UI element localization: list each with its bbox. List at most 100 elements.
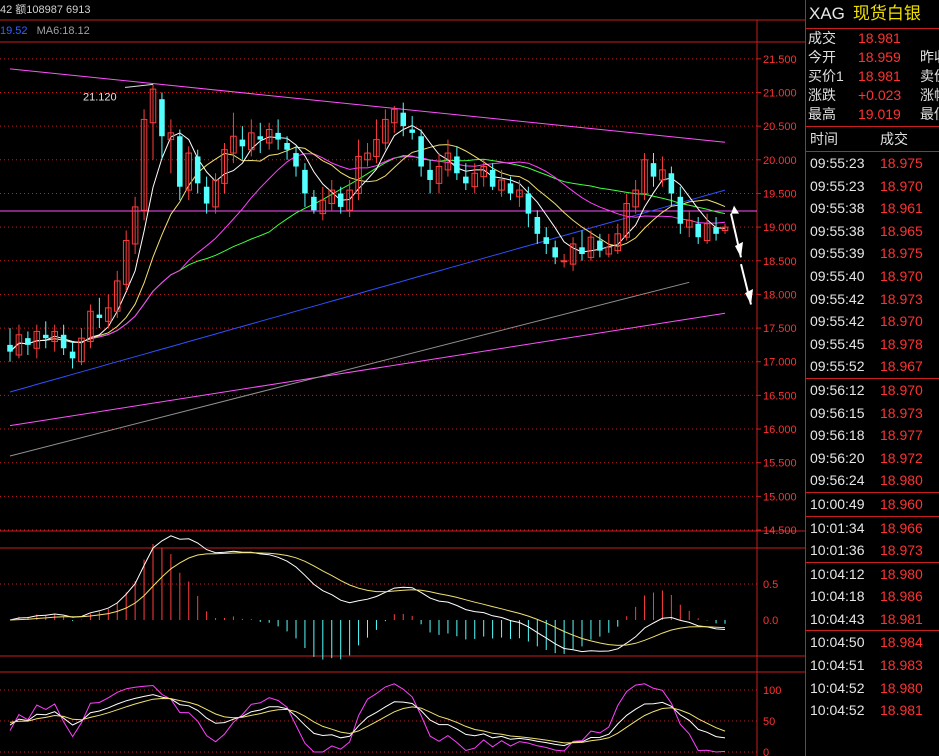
tick-time: 09:56:24 bbox=[810, 472, 865, 489]
tick-time: 09:56:12 bbox=[810, 381, 865, 398]
quote-label-2: 最低 bbox=[920, 106, 939, 122]
tick-price: 18.983 bbox=[880, 657, 923, 674]
quote-label: 成交 bbox=[808, 30, 836, 46]
tick-time: 09:56:20 bbox=[810, 449, 865, 466]
candle-body bbox=[579, 247, 585, 255]
tick-price: 18.970 bbox=[880, 177, 923, 194]
arrow-tail bbox=[731, 205, 739, 214]
quote-value: 18.981 bbox=[858, 30, 901, 46]
candle-body bbox=[25, 338, 31, 345]
tick-price: 18.970 bbox=[880, 267, 923, 284]
candle-body bbox=[543, 237, 550, 244]
candle-body bbox=[293, 153, 299, 167]
tick-row: 10:04:52 18.980 bbox=[806, 677, 939, 700]
quote-header: XAG 现货白银 bbox=[806, 0, 939, 29]
candle-body bbox=[257, 136, 264, 140]
candle-body bbox=[194, 156, 201, 184]
tick-header-time: 时间 bbox=[810, 131, 838, 147]
tick-row: 09:55:42 18.973 bbox=[806, 288, 939, 311]
tick-row: 10:00:49 18.960 bbox=[806, 491, 939, 516]
instrument-name: 现货白银 bbox=[852, 4, 921, 23]
candle-body bbox=[275, 132, 281, 140]
tick-price: 18.977 bbox=[880, 427, 923, 444]
price-tick-label: 17.000 bbox=[763, 357, 797, 369]
kdj-k-line bbox=[9, 694, 726, 747]
header-ma: 19.52 MA6:18.12 bbox=[0, 22, 805, 40]
price-tick-label: 18.500 bbox=[763, 256, 797, 268]
tick-time: 09:55:45 bbox=[810, 335, 865, 352]
quote-row: 最高 19.019 最低 bbox=[806, 105, 939, 124]
tick-row: 09:55:39 18.975 bbox=[806, 242, 939, 265]
quote-value: 18.959 bbox=[858, 49, 901, 65]
volume-text: 42 额108987 6913 bbox=[0, 4, 91, 16]
tick-time: 09:56:18 bbox=[810, 427, 865, 444]
candle-body bbox=[311, 196, 317, 211]
tick-row: 10:04:52 18.981 bbox=[806, 699, 939, 722]
candle-body bbox=[695, 223, 701, 238]
candle-body bbox=[337, 193, 344, 207]
candle-body bbox=[239, 139, 246, 147]
trendline-resistance bbox=[9, 68, 726, 143]
tick-price: 18.980 bbox=[880, 679, 923, 696]
tick-price: 18.986 bbox=[880, 588, 923, 605]
candle-body bbox=[69, 351, 76, 359]
candle-body bbox=[713, 227, 719, 234]
tick-row: 09:55:52 18.967 bbox=[806, 355, 939, 378]
candle-body bbox=[454, 156, 460, 174]
tick-price: 18.970 bbox=[880, 381, 923, 398]
tick-price: 18.960 bbox=[880, 495, 923, 512]
quote-row: 今开 18.959 昨收 bbox=[806, 48, 939, 67]
ma6-text: MA6:18.12 bbox=[36, 25, 90, 37]
candle-body bbox=[534, 217, 541, 234]
tick-price: 18.980 bbox=[880, 472, 923, 489]
price-tick-label: 15.000 bbox=[763, 491, 797, 503]
tick-row: 10:04:51 18.983 bbox=[806, 654, 939, 677]
tick-price: 18.978 bbox=[880, 335, 923, 352]
tick-price: 18.973 bbox=[880, 404, 923, 421]
tick-list[interactable]: 09:55:23 18.975 09:55:23 18.970 09:55:38 18.9… bbox=[806, 152, 939, 722]
candle-body bbox=[418, 136, 424, 167]
kdj-tick-label: 100 bbox=[763, 685, 781, 697]
chart-area[interactable]: 21.500 21.000 20.500 20.000 19.500 19.000 18.5… bbox=[0, 0, 805, 756]
tick-row: 09:55:23 18.970 bbox=[806, 175, 939, 198]
ma-value: 19.52 bbox=[0, 25, 28, 37]
quote-label-2: 昨收 bbox=[920, 49, 939, 65]
candle-body bbox=[409, 129, 415, 133]
candle-body bbox=[525, 193, 532, 214]
candle-body bbox=[177, 136, 183, 187]
price-tick-label: 20.000 bbox=[763, 155, 797, 167]
tick-row: 09:56:24 18.980 bbox=[806, 469, 939, 492]
tick-row: 10:04:18 18.986 bbox=[806, 585, 939, 608]
arrow-head bbox=[745, 289, 753, 305]
price-tick-label: 19.500 bbox=[763, 188, 797, 200]
price-tick-label: 18.000 bbox=[763, 289, 797, 301]
tick-price: 18.970 bbox=[880, 313, 923, 330]
tick-time: 10:04:52 bbox=[810, 679, 865, 696]
tick-time: 10:04:51 bbox=[810, 657, 865, 674]
tick-row: 09:56:12 18.970 bbox=[806, 377, 939, 402]
tick-row: 10:04:12 18.980 bbox=[806, 561, 939, 586]
tick-time: 09:55:52 bbox=[810, 358, 865, 375]
tick-row: 09:56:18 18.977 bbox=[806, 424, 939, 447]
tick-price: 18.973 bbox=[880, 290, 923, 307]
candle-body bbox=[677, 196, 684, 224]
quote-panel: XAG 现货白银 成交 18.981 今开 18.959 昨收买价1 18.981 卖价涨跌 +… bbox=[805, 0, 939, 756]
tick-price: 18.966 bbox=[880, 519, 923, 536]
tick-time: 09:55:42 bbox=[810, 313, 865, 330]
candle-body bbox=[668, 173, 675, 194]
quote-rows: 成交 18.981 今开 18.959 昨收买价1 18.981 卖价涨跌 +0.023 涨幅最… bbox=[806, 29, 939, 124]
quote-value: 19.019 bbox=[858, 106, 901, 122]
tick-price: 18.973 bbox=[880, 542, 923, 559]
tick-time: 10:04:18 bbox=[810, 588, 865, 605]
quote-row: 买价1 18.981 卖价 bbox=[806, 67, 939, 86]
tick-row: 09:56:15 18.973 bbox=[806, 402, 939, 425]
symbol: XAG bbox=[809, 4, 845, 23]
tick-row: 10:01:34 18.966 bbox=[806, 515, 939, 540]
tick-price: 18.975 bbox=[880, 245, 923, 262]
candle-body bbox=[159, 99, 165, 137]
tick-price: 18.975 bbox=[880, 155, 923, 171]
tick-time: 09:56:15 bbox=[810, 404, 865, 421]
trendline-long-ma bbox=[9, 281, 690, 457]
price-tick-label: 19.000 bbox=[763, 222, 797, 234]
price-tick-label: 15.500 bbox=[763, 458, 797, 470]
